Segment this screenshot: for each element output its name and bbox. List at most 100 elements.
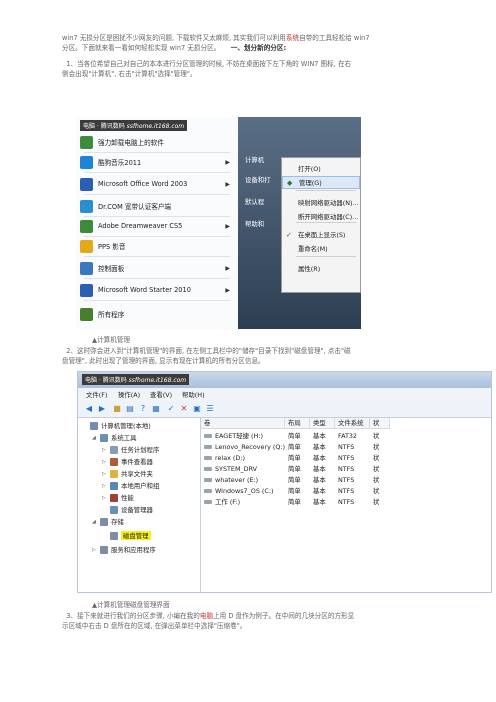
context-menu-item[interactable]: 属性(R)	[282, 262, 360, 275]
volume-name-cell[interactable]: EAGET轻捷 (H:)	[204, 431, 263, 441]
tree-node-label: 服务和应用程序	[111, 546, 156, 554]
tree-node-label: 本地用户和组	[121, 482, 160, 490]
help-icon[interactable]: ?	[138, 404, 148, 414]
table-cell: 简单	[288, 497, 301, 507]
context-menu-item[interactable]: ◆ 管理(G)	[282, 176, 360, 189]
delete-icon[interactable]: ✕	[179, 404, 189, 414]
start-menu-item[interactable]: Dr.COM 宽带认证客户端	[80, 197, 234, 215]
table-cell: 简单	[288, 475, 301, 485]
table-cell: 基本	[313, 453, 326, 463]
context-menu-item[interactable]: 重命名(M)	[282, 242, 360, 255]
column-header[interactable]: 状	[370, 418, 390, 429]
start-menu-item[interactable]: Microsoft Word Starter 2010 ▶	[80, 281, 234, 299]
step1-line2: 侧会出现"计算机", 右击"计算机"选择"管理"。	[62, 70, 197, 78]
show-hide-tree-icon[interactable]: ▤	[125, 404, 135, 414]
volume-name-cell[interactable]: whatever (E:)	[204, 475, 258, 485]
computer-item[interactable]: 计算机	[245, 155, 264, 164]
menu-help[interactable]: 帮助(H)	[182, 390, 205, 399]
volume-name-cell[interactable]: Lenovo_Recovery (Q:)	[204, 442, 285, 452]
volume-name-cell[interactable]: relax (D:)	[204, 453, 245, 463]
dreamweaver-icon	[80, 219, 93, 233]
start-menu-item[interactable]: PPS 影音	[80, 237, 234, 255]
intro-text-line2: 分区。下面就来看一看如何轻松实现 win7 无损分区。	[62, 44, 221, 52]
menu-file[interactable]: 文件(F)	[86, 390, 107, 399]
tree-node[interactable]: ▷ 服务和应用程序	[92, 544, 156, 555]
start-menu-item[interactable]: 强力卸载电脑上的软件	[80, 133, 234, 151]
devices-item[interactable]: 设备和打	[245, 175, 271, 184]
default-programs-item[interactable]: 默认程	[245, 197, 264, 206]
tree-node[interactable]: ▷ 事件查看器	[102, 456, 153, 467]
tree-node[interactable]: 计算机管理(本地)	[82, 420, 151, 431]
expand-icon[interactable]: ▷	[102, 483, 107, 489]
table-cell: 状	[373, 442, 379, 452]
expand-icon[interactable]: ▷	[102, 447, 107, 453]
cell-text: 简单	[288, 443, 301, 451]
divider	[296, 190, 356, 191]
expand-icon[interactable]: ▷	[102, 471, 107, 477]
drcom-icon	[80, 199, 93, 213]
column-header[interactable]: 文件系统	[335, 418, 370, 429]
up-folder-icon[interactable]: ■	[112, 404, 122, 414]
expand-icon[interactable]: ▷	[102, 459, 107, 465]
cell-text: 基本	[313, 476, 326, 484]
help-item[interactable]: 帮助和	[245, 219, 264, 228]
cell-text: 基本	[313, 432, 326, 440]
step1-line1: 1、当各位希望自己对自己的本本进行分区管理的时候, 不妨在桌面按下左下角的 WI…	[66, 60, 352, 68]
back-icon[interactable]: ◀	[84, 404, 94, 414]
menu-action[interactable]: 操作(A)	[118, 390, 140, 399]
start-menu-item[interactable]: Adobe Dreamweaver CS5 ▶	[80, 217, 234, 235]
tree-node-icon	[100, 545, 108, 554]
list-icon[interactable]: ☰	[205, 404, 215, 414]
start-menu-item-label: 所有程序	[98, 311, 125, 319]
volume-name-cell[interactable]: SYSTEM_DRV	[204, 464, 257, 474]
tree-node[interactable]: ▷ 性能	[102, 492, 134, 503]
expand-icon[interactable]: ▷	[92, 547, 97, 553]
start-menu-item[interactable]: 所有程序	[80, 305, 234, 323]
forward-icon[interactable]: ▶	[97, 404, 107, 414]
check-icon[interactable]: ✓	[166, 404, 176, 414]
menu-view[interactable]: 查看(V)	[150, 390, 172, 399]
tree-node[interactable]: 磁盘管理	[102, 530, 151, 541]
table-cell: 简单	[288, 453, 301, 463]
volume-name-cell[interactable]: Windows7_OS (C:)	[204, 486, 274, 496]
divider	[84, 194, 230, 195]
cell-text: 状	[373, 476, 380, 484]
tree-node[interactable]: ▷ 本地用户和组	[102, 480, 159, 491]
expand-icon[interactable]: ◢	[92, 519, 97, 525]
expand-icon[interactable]: ▷	[102, 495, 107, 501]
expand-icon[interactable]: ◢	[92, 435, 97, 441]
table-cell: 基本	[313, 486, 326, 496]
submenu-arrow-icon: ▶	[225, 286, 230, 294]
start-menu-item[interactable]: 酷狗音乐2011 ▶	[80, 153, 234, 171]
properties-icon[interactable]: ▦	[151, 404, 161, 414]
context-menu-item[interactable]: 映射网络驱动器(N)...	[282, 196, 360, 209]
drive-icon	[204, 434, 212, 438]
context-menu-item[interactable]: 打开(O)	[282, 162, 360, 175]
watermark: 电脑 · 腾讯数码 ssfhome.it168.com	[80, 120, 188, 131]
column-header[interactable]: 类型	[310, 418, 335, 429]
start-menu-item[interactable]: Microsoft Office Word 2003 ▶	[80, 175, 234, 193]
tree-node[interactable]: ◢ 系统工具	[92, 432, 137, 443]
export-icon[interactable]: ▣	[192, 404, 202, 414]
tree-node[interactable]: 设备管理器	[102, 504, 153, 515]
tree-node[interactable]: ▷ 任务计划程序	[102, 444, 159, 455]
cell-text: NTFS	[338, 498, 355, 506]
tree-node-icon	[110, 481, 118, 490]
tree-node[interactable]: ◢ 存储	[92, 516, 124, 527]
computer-link[interactable]: 电脑	[200, 612, 213, 620]
system-link[interactable]: 系统	[286, 34, 299, 42]
volume-name-cell[interactable]: 工作 (F:)	[204, 497, 240, 507]
start-menu-item-label: Microsoft Office Word 2003	[98, 180, 188, 188]
table-cell: 状	[373, 431, 379, 441]
tree-node[interactable]: ▷ 共享文件夹	[102, 468, 153, 479]
column-header[interactable]: 布局	[285, 418, 310, 429]
column-header[interactable]: 卷	[201, 418, 285, 429]
submenu-arrow-icon: ▶	[225, 222, 230, 230]
table-cell: 基本	[313, 431, 326, 441]
start-menu-item[interactable]: 控制面板 ▶	[80, 259, 234, 277]
context-menu-item[interactable]: ✓ 在桌面上显示(S)	[282, 228, 360, 241]
table-cell: 简单	[288, 486, 301, 496]
shield-icon: ◆	[287, 178, 293, 187]
caption-1: ▲计算机管理	[92, 336, 131, 344]
checkmark-icon: ✓	[286, 230, 292, 239]
